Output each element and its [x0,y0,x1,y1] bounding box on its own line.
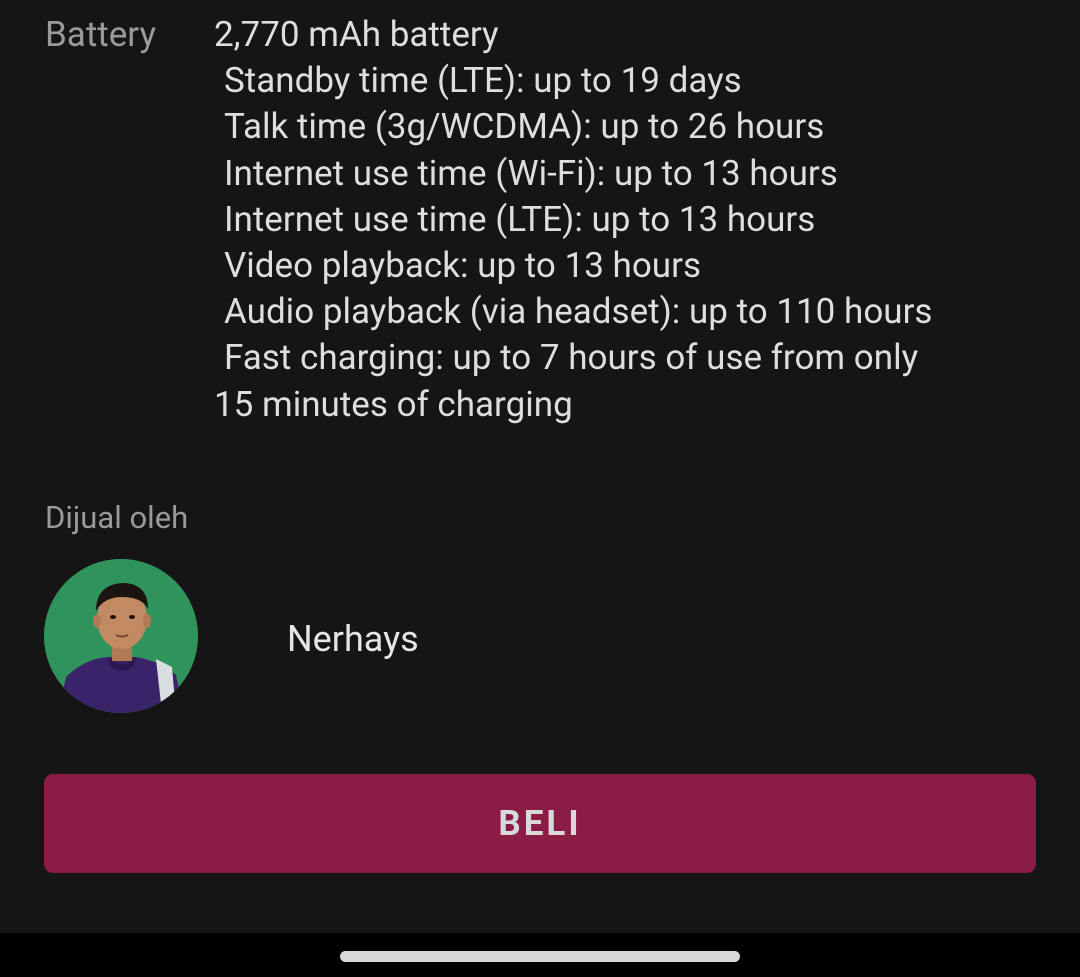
battery-spec-line: Talk time (3g/WCDMA): up to 26 hours [224,106,825,148]
product-detail-screen: Battery 2,770 mAh battery Standby time (… [0,0,1080,977]
seller-name[interactable]: Nerhays [287,615,419,663]
seller-avatar-icon [44,559,198,713]
battery-spec-line: Video playback: up to 13 hours [224,245,702,287]
home-gesture-handle[interactable] [340,951,740,962]
seller-avatar[interactable] [44,559,198,713]
battery-label: Battery [45,14,157,55]
system-navigation-bar [0,933,1080,977]
battery-value: 2,770 mAh battery Standby time (LTE): up… [214,12,1054,428]
battery-spec-line: Standby time (LTE): up to 19 days [224,60,742,102]
battery-spec-line: Fast charging: up to 7 hours of use from… [224,337,919,379]
battery-spec-line: Audio playback (via headset): up to 110 … [224,291,933,333]
battery-spec-line: 2,770 mAh battery [214,14,499,55]
buy-button[interactable]: BELI [44,774,1036,873]
sold-by-label: Dijual oleh [45,499,189,536]
battery-spec-line: Internet use time (LTE): up to 13 hours [224,198,816,240]
battery-spec-line: 15 minutes of charging [214,383,573,425]
battery-spec-line: Internet use time (Wi-Fi): up to 13 hour… [224,152,838,194]
